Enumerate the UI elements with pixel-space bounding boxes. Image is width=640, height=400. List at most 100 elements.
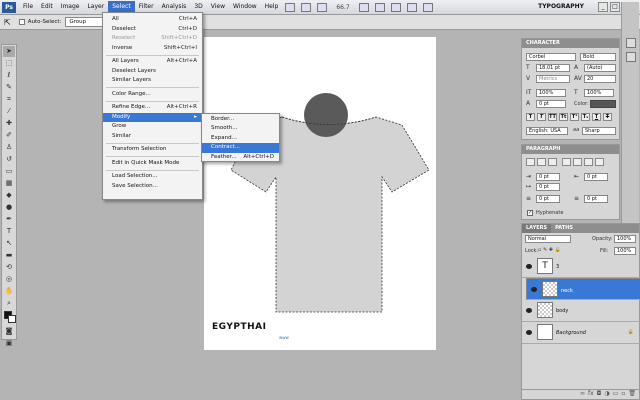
hyphenate-checkbox[interactable]: ✓: [527, 210, 533, 216]
crop-tool-icon[interactable]: ⌗: [3, 94, 15, 105]
quick-select-tool-icon[interactable]: ✎: [3, 82, 15, 93]
hand-tool-icon[interactable]: ✋: [3, 286, 15, 297]
leading-field[interactable]: (Auto): [584, 64, 616, 72]
zoom-level[interactable]: 66.7: [336, 4, 349, 11]
mini-bridge-icon[interactable]: [301, 2, 312, 12]
eraser-tool-icon[interactable]: ▭: [3, 166, 15, 177]
font-family-select[interactable]: Corbel: [526, 53, 576, 61]
adjustment-layer-icon[interactable]: ◑: [604, 390, 609, 399]
menu-item-deselect-layers[interactable]: Deselect Layers: [103, 67, 202, 77]
layer-row[interactable]: neck: [526, 278, 640, 300]
tab-layers[interactable]: LAYERS: [522, 224, 552, 233]
new-group-icon[interactable]: ▭: [613, 390, 619, 399]
hand-icon[interactable]: [358, 2, 369, 12]
opacity-field[interactable]: 100%: [614, 235, 636, 243]
type-tool-icon[interactable]: T: [3, 226, 15, 237]
arrange-documents-icon[interactable]: [406, 2, 417, 12]
submenu-item-expand[interactable]: Expand...: [202, 134, 279, 143]
menu-item-edit-in-quick-mask-mode[interactable]: Edit in Quick Mask Mode: [103, 159, 202, 169]
vertical-scale-field[interactable]: 100%: [536, 89, 566, 97]
tab-paths[interactable]: PATHS: [551, 224, 577, 233]
healing-brush-tool-icon[interactable]: ✚: [3, 118, 15, 129]
menu-item-inverse[interactable]: Inverse Shift+Ctrl+I: [103, 44, 202, 54]
fill-field[interactable]: 100%: [614, 247, 636, 255]
grid-icon[interactable]: [317, 2, 328, 12]
menu-edit[interactable]: Edit: [37, 1, 57, 13]
marquee-tool-icon[interactable]: ⬚: [3, 58, 15, 69]
menu-item-similar[interactable]: Similar: [103, 132, 202, 142]
space-after-field[interactable]: 0 pt: [584, 195, 608, 203]
visibility-eye-icon[interactable]: [526, 308, 532, 313]
font-style-select[interactable]: Bold: [580, 53, 616, 61]
menu-item-similar-layers[interactable]: Similar Layers: [103, 76, 202, 86]
menu-item-grow[interactable]: Grow: [103, 122, 202, 132]
move-tool-icon[interactable]: ⇱: [4, 18, 11, 27]
superscript-button[interactable]: T¹: [570, 113, 579, 121]
dodge-tool-icon[interactable]: ●: [3, 202, 15, 213]
faux-italic-button[interactable]: T: [537, 113, 546, 121]
horizontal-scale-field[interactable]: 100%: [584, 89, 614, 97]
character-panel-icon[interactable]: [626, 38, 636, 48]
visibility-eye-icon[interactable]: [526, 330, 532, 335]
justify-last-center-button[interactable]: [573, 158, 582, 166]
justify-last-right-button[interactable]: [584, 158, 593, 166]
move-tool-icon[interactable]: ➤: [3, 46, 15, 57]
layer-style-icon[interactable]: fx: [588, 390, 594, 399]
paragraph-tab[interactable]: PARAGRAPH: [522, 145, 619, 154]
bridge-icon[interactable]: [285, 2, 296, 12]
screen-mode-icon[interactable]: ▣: [3, 338, 15, 349]
visibility-eye-icon[interactable]: [526, 264, 532, 269]
submenu-item-border[interactable]: Border...: [202, 115, 279, 124]
underline-button[interactable]: T: [592, 113, 601, 121]
layer-row[interactable]: T3: [522, 256, 640, 278]
menu-item-transform-selection[interactable]: Transform Selection: [103, 145, 202, 155]
brush-tool-icon[interactable]: ✐: [3, 130, 15, 141]
rotate-view-icon[interactable]: [390, 2, 401, 12]
indent-right-field[interactable]: 0 pt: [584, 173, 608, 181]
menu-item-modify[interactable]: Modify ▸: [103, 112, 202, 122]
zoom-tool-icon[interactable]: ⌕: [3, 298, 15, 309]
workspace-switcher[interactable]: TYPOGRAPHY: [538, 3, 584, 10]
subscript-button[interactable]: T₁: [581, 113, 590, 121]
font-size-field[interactable]: 18.01 pt: [536, 64, 570, 72]
path-select-tool-icon[interactable]: ↖: [3, 238, 15, 249]
submenu-item-feather[interactable]: Feather... Alt+Ctrl+D: [202, 153, 279, 162]
menu-item-refine-edge[interactable]: Refine Edge... Alt+Ctrl+R: [103, 103, 202, 113]
clone-stamp-tool-icon[interactable]: ♙: [3, 142, 15, 153]
align-left-button[interactable]: [526, 158, 535, 166]
add-mask-icon[interactable]: ◘: [597, 390, 602, 399]
menu-item-deselect[interactable]: Deselect Ctrl+D: [103, 25, 202, 35]
link-layers-icon[interactable]: ∞: [580, 390, 585, 399]
3d-camera-tool-icon[interactable]: ◎: [3, 274, 15, 285]
menu-item-reselect[interactable]: Reselect Shift+Ctrl+D: [103, 34, 202, 44]
layer-row[interactable]: Background 🔒: [522, 322, 640, 344]
menu-item-all[interactable]: All Ctrl+A: [103, 15, 202, 25]
menu-item-save-selection[interactable]: Save Selection...: [103, 182, 202, 192]
submenu-item-contract[interactable]: Contract...: [202, 143, 279, 153]
kerning-field[interactable]: Metrics: [536, 75, 570, 83]
gradient-tool-icon[interactable]: ▦: [3, 178, 15, 189]
menu-window[interactable]: Window: [229, 1, 261, 13]
space-before-field[interactable]: 0 pt: [536, 195, 560, 203]
menu-view[interactable]: View: [207, 1, 229, 13]
menu-item-load-selection[interactable]: Load Selection...: [103, 172, 202, 182]
paragraph-panel-icon[interactable]: [626, 52, 636, 62]
first-line-indent-field[interactable]: 0 pt: [536, 183, 560, 191]
menu-item-all-layers[interactable]: All Layers Alt+Ctrl+A: [103, 57, 202, 67]
language-select[interactable]: English: USA: [526, 127, 568, 135]
menu-item-color-range[interactable]: Color Range...: [103, 90, 202, 100]
layer-row[interactable]: body: [522, 300, 640, 322]
blur-tool-icon[interactable]: ◆: [3, 190, 15, 201]
justify-last-left-button[interactable]: [562, 158, 571, 166]
align-center-button[interactable]: [537, 158, 546, 166]
justify-all-button[interactable]: [595, 158, 604, 166]
maximize-icon[interactable]: □: [610, 2, 620, 12]
antialias-select[interactable]: Sharp: [582, 127, 616, 135]
history-brush-tool-icon[interactable]: ↺: [3, 154, 15, 165]
document-canvas[interactable]: EGYPTHAI www: [204, 37, 436, 350]
indent-left-field[interactable]: 0 pt: [536, 173, 560, 181]
background-color[interactable]: [8, 315, 16, 323]
submenu-item-smooth[interactable]: Smooth...: [202, 124, 279, 133]
delete-layer-icon[interactable]: 🗑: [628, 390, 636, 399]
blend-mode-select[interactable]: Normal: [525, 235, 571, 243]
